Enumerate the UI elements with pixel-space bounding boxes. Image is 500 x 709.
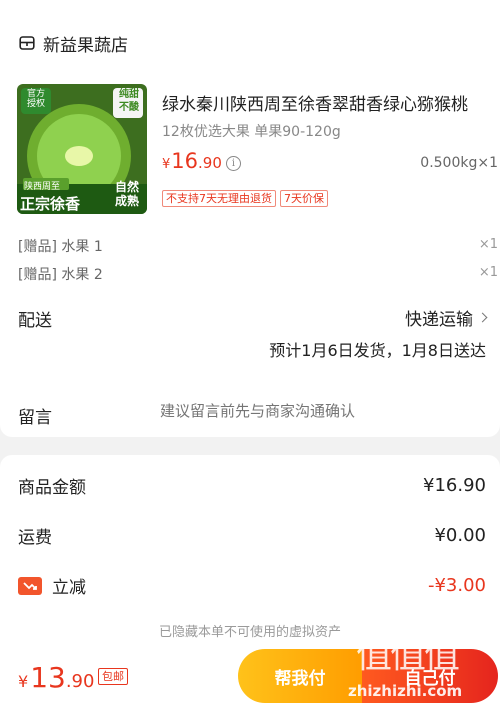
goods-amount-label: 商品金额 — [18, 478, 86, 498]
gift-quantity: ×1 — [478, 265, 498, 280]
help-pay-button[interactable]: 帮我付 — [238, 649, 362, 703]
image-brand-label: 正宗徐香 — [20, 195, 81, 213]
product-quantity: 0.500kg×1 — [420, 155, 498, 171]
product-spec: 12枚优选大果 单果90-120g — [162, 124, 341, 140]
tag-no-return: 不支持7天无理由退货 — [162, 190, 276, 207]
remark-input[interactable] — [160, 402, 500, 420]
shop-header[interactable]: 新益果蔬店 — [18, 31, 128, 56]
image-origin-label: 陕西周至 — [24, 182, 61, 192]
delivery-eta: 预计1月6日发货，1月8日送达 — [269, 341, 486, 360]
delivery-label: 配送 — [18, 311, 52, 331]
discount-label: 立减 — [52, 578, 86, 598]
gift-item: [赠品] 水果 1 — [18, 239, 103, 255]
freight-value: ¥0.00 — [434, 525, 486, 546]
gift-quantity: ×1 — [478, 237, 498, 252]
watermark-text: zhizhizhi.com — [348, 682, 463, 700]
shop-name: 新益果蔬店 — [43, 35, 128, 56]
total-price: ¥ 13 .90 — [18, 661, 95, 694]
discount-icon — [18, 576, 42, 595]
store-icon — [18, 34, 36, 52]
gift-item: [赠品] 水果 2 — [18, 267, 103, 283]
goods-amount-row: 商品金额 ¥16.90 — [18, 473, 486, 498]
discount-value: -¥3.00 — [427, 575, 486, 596]
info-icon[interactable]: i — [226, 156, 241, 171]
image-badge-sweet: 纯甜 不酸 — [119, 89, 139, 113]
delivery-method: 快递运输 — [405, 310, 473, 330]
watermark-logo: 值值值 — [356, 635, 460, 676]
product-title[interactable]: 绿水秦川陕西周至徐香翠甜香绿心猕猴桃 — [162, 90, 497, 115]
image-natural-label: 自然 成熟 — [114, 180, 139, 208]
chevron-right-icon — [477, 312, 488, 323]
freight-label: 运费 — [18, 528, 52, 548]
product-tags: 不支持7天无理由退货 7天价保 — [162, 190, 328, 207]
remark-label: 留言 — [18, 408, 52, 428]
order-card — [0, 0, 500, 437]
image-badge-official: 官方 授权 — [26, 89, 45, 109]
freight-row: 运费 ¥0.00 — [18, 523, 486, 548]
free-shipping-badge: 包邮 — [98, 668, 128, 685]
delivery-method-selector[interactable]: 快递运输 — [405, 305, 488, 330]
tag-price-protect: 7天价保 — [280, 190, 328, 207]
goods-amount-value: ¥16.90 — [423, 475, 486, 496]
discount-row[interactable]: 立减 -¥3.00 — [18, 573, 486, 598]
product-price: ¥ 16 .90 — [162, 149, 222, 173]
